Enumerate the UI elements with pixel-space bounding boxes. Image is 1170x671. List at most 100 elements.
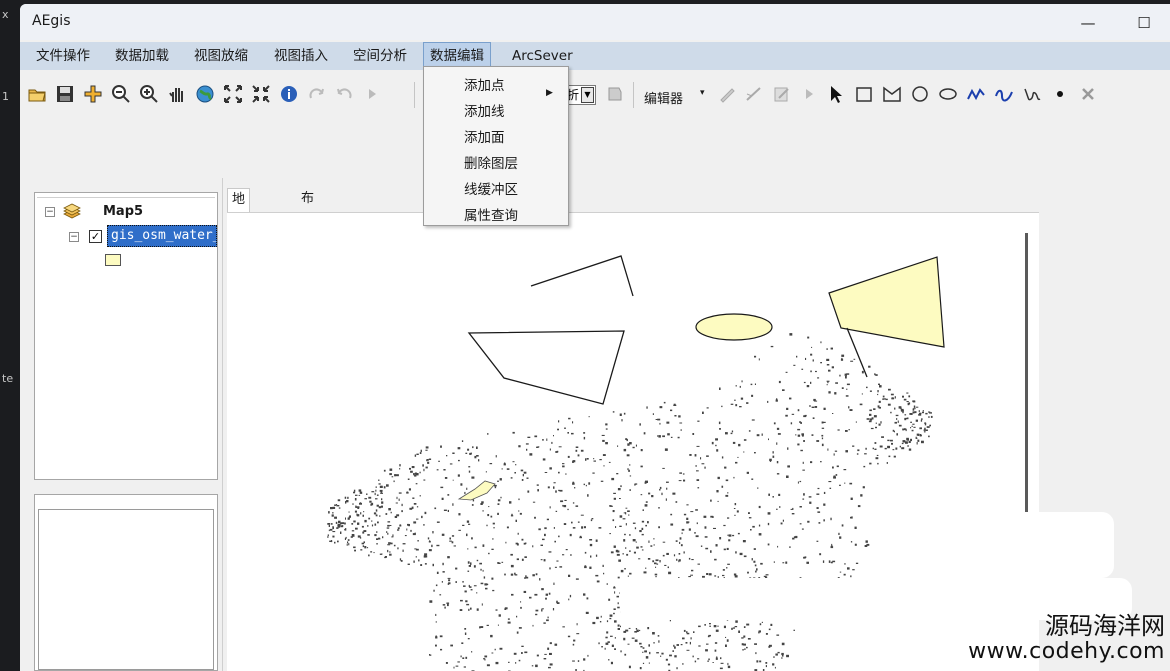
sketch-stamp-icon[interactable] bbox=[603, 82, 627, 106]
menu-data-loading[interactable]: 数据加载 bbox=[109, 42, 175, 70]
water-feature bbox=[722, 569, 725, 571]
water-feature bbox=[564, 499, 567, 501]
menu-item-add-line[interactable]: 添加线 bbox=[424, 99, 568, 125]
water-feature bbox=[367, 534, 370, 536]
water-feature bbox=[640, 494, 643, 496]
water-feature bbox=[549, 663, 553, 666]
water-feature bbox=[830, 347, 833, 350]
water-feature bbox=[715, 438, 718, 441]
zoom-in-icon[interactable] bbox=[137, 82, 161, 106]
water-feature bbox=[616, 473, 619, 475]
menu-item-delete-layer[interactable]: 删除图层 bbox=[424, 151, 568, 177]
minimize-button[interactable]: — bbox=[1068, 10, 1108, 36]
pan-hand-icon[interactable] bbox=[165, 82, 189, 106]
chevron-down-icon[interactable]: ▾ bbox=[700, 88, 705, 98]
water-feature bbox=[359, 502, 361, 505]
ellipse-icon[interactable] bbox=[936, 82, 960, 106]
water-feature bbox=[423, 468, 425, 472]
water-feature bbox=[545, 597, 547, 600]
water-feature bbox=[489, 463, 493, 465]
map-expander[interactable]: − bbox=[45, 207, 55, 217]
edit-icon[interactable] bbox=[770, 82, 794, 106]
water-feature bbox=[669, 620, 671, 622]
water-feature bbox=[697, 563, 700, 565]
identify-icon[interactable] bbox=[277, 82, 301, 106]
freehand-icon[interactable] bbox=[1020, 82, 1044, 106]
layer-name-selected[interactable]: gis_osm_water_ bbox=[107, 225, 217, 247]
water-feature bbox=[534, 435, 538, 438]
water-feature bbox=[386, 484, 389, 487]
add-data-icon[interactable] bbox=[81, 82, 105, 106]
water-feature bbox=[521, 479, 524, 481]
water-feature bbox=[625, 629, 629, 632]
menu-view-insert[interactable]: 视图插入 bbox=[268, 42, 334, 70]
water-feature bbox=[567, 635, 571, 638]
water-feature bbox=[592, 472, 595, 474]
overview-map[interactable] bbox=[38, 509, 214, 670]
editor-menu-button[interactable]: 编辑器 bbox=[644, 88, 683, 107]
water-feature bbox=[660, 655, 662, 657]
undo-icon[interactable] bbox=[332, 82, 356, 106]
water-feature bbox=[786, 475, 789, 478]
tab-layout-view[interactable]: 布局视图 bbox=[297, 188, 318, 272]
layer-visibility-checkbox[interactable]: ✓ bbox=[89, 230, 102, 243]
pencil-icon[interactable] bbox=[715, 82, 739, 106]
water-feature bbox=[706, 407, 709, 409]
maximize-button[interactable]: ☐ bbox=[1124, 10, 1164, 36]
water-feature bbox=[732, 534, 735, 537]
toolbar-combo-box[interactable]: 折 ▼ bbox=[566, 85, 596, 105]
chevron-down-icon[interactable]: ▼ bbox=[581, 87, 594, 103]
water-feature bbox=[481, 501, 484, 504]
water-feature bbox=[371, 502, 374, 506]
zoom-out-icon[interactable] bbox=[109, 82, 133, 106]
water-feature bbox=[896, 418, 898, 420]
water-feature bbox=[465, 656, 468, 659]
menu-item-attribute-query[interactable]: 属性查询 bbox=[424, 203, 568, 229]
circle-icon[interactable] bbox=[908, 82, 932, 106]
open-folder-icon[interactable] bbox=[25, 82, 49, 106]
point-icon[interactable] bbox=[1048, 82, 1072, 106]
water-feature bbox=[900, 408, 904, 412]
water-feature bbox=[589, 539, 593, 541]
arrow-icon[interactable] bbox=[360, 82, 384, 106]
fixed-zoom-in-icon[interactable] bbox=[221, 82, 245, 106]
rectangle-icon[interactable] bbox=[852, 82, 876, 106]
polyline-icon[interactable] bbox=[964, 82, 988, 106]
water-feature bbox=[368, 496, 372, 499]
menu-item-line-buffer[interactable]: 线缓冲区 bbox=[424, 177, 568, 203]
water-feature bbox=[737, 456, 739, 458]
menu-file-operations[interactable]: 文件操作 bbox=[30, 42, 96, 70]
redo-icon[interactable] bbox=[305, 82, 329, 106]
select-pointer-icon[interactable] bbox=[824, 82, 848, 106]
tab-map-view[interactable]: 地图视图 bbox=[227, 188, 251, 273]
full-extent-globe-icon[interactable] bbox=[193, 82, 217, 106]
curve-icon[interactable] bbox=[992, 82, 1016, 106]
layer-expander[interactable]: − bbox=[69, 232, 79, 242]
water-feature bbox=[654, 562, 657, 565]
water-feature bbox=[332, 531, 336, 533]
water-feature bbox=[901, 442, 904, 445]
menu-item-add-polygon[interactable]: 添加面 bbox=[424, 125, 568, 151]
menu-item-add-point[interactable]: 添加点 ▶ bbox=[424, 73, 568, 99]
water-feature bbox=[554, 540, 556, 543]
water-feature bbox=[471, 651, 473, 653]
water-feature bbox=[562, 465, 565, 468]
water-feature bbox=[716, 656, 718, 658]
water-feature bbox=[647, 521, 649, 524]
water-feature bbox=[608, 598, 611, 601]
save-icon[interactable] bbox=[53, 82, 77, 106]
fixed-zoom-out-icon[interactable] bbox=[249, 82, 273, 106]
menu-view-zoom[interactable]: 视图放缩 bbox=[188, 42, 254, 70]
water-feature bbox=[879, 445, 883, 448]
arrow-icon[interactable] bbox=[797, 82, 821, 106]
water-feature bbox=[517, 532, 519, 535]
map-name[interactable]: Map5 bbox=[103, 204, 143, 219]
delete-icon[interactable] bbox=[1076, 82, 1100, 106]
water-feature bbox=[713, 527, 716, 529]
water-feature bbox=[452, 452, 455, 454]
water-feature bbox=[799, 523, 802, 525]
polygon-icon[interactable] bbox=[880, 82, 904, 106]
water-feature bbox=[738, 443, 741, 447]
menu-spatial-analysis[interactable]: 空间分析 bbox=[347, 42, 413, 70]
line-icon[interactable] bbox=[742, 82, 766, 106]
